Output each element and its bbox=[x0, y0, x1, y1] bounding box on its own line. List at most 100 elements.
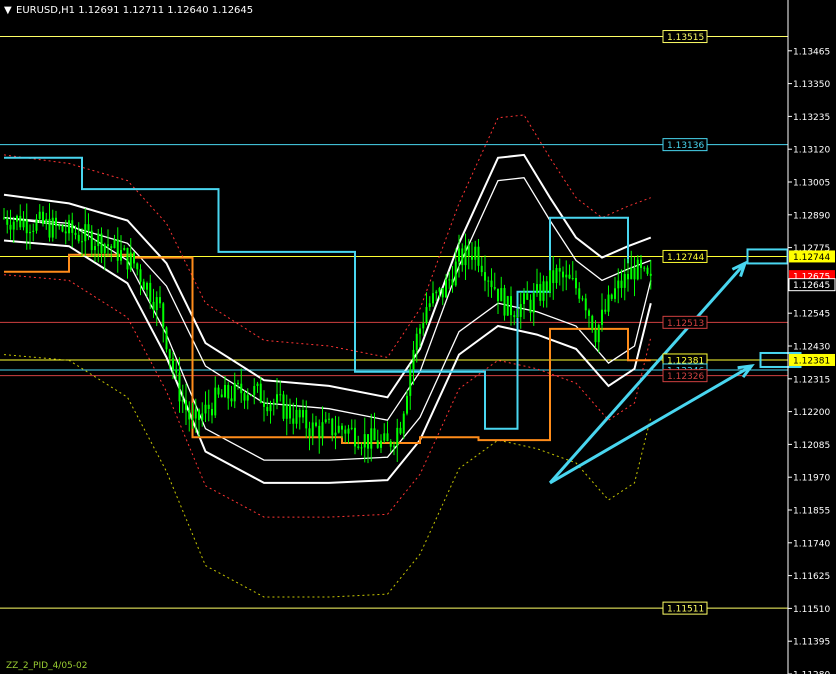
candle-body bbox=[415, 333, 418, 350]
candle-body bbox=[558, 268, 561, 272]
candle-body bbox=[77, 234, 80, 242]
candle-body bbox=[162, 303, 165, 328]
candle-body bbox=[461, 248, 464, 266]
candle-body bbox=[422, 323, 425, 329]
candle-body bbox=[331, 418, 334, 436]
candle-body bbox=[214, 387, 217, 416]
candle-body bbox=[549, 270, 551, 292]
candle-body bbox=[51, 217, 54, 238]
candle-body bbox=[510, 296, 512, 316]
candle-body bbox=[614, 288, 616, 299]
candle-body bbox=[633, 267, 636, 280]
candle-body bbox=[100, 233, 103, 254]
candle-body bbox=[295, 409, 298, 424]
candle-body bbox=[380, 440, 382, 448]
candle-body bbox=[237, 382, 239, 384]
axis-tick-label: 1.11855 bbox=[793, 507, 830, 517]
axis-tick-label: 1.13005 bbox=[793, 179, 830, 189]
axis-tick-label: 1.12890 bbox=[793, 211, 830, 221]
axis-tick-label: 1.11625 bbox=[793, 572, 830, 582]
level-label: 1.12326 bbox=[667, 372, 704, 382]
axis-tick-label: 1.13465 bbox=[793, 47, 830, 57]
candle-body bbox=[71, 220, 74, 233]
candle-body bbox=[38, 211, 41, 219]
candle-body bbox=[315, 422, 317, 426]
candle-body bbox=[129, 252, 132, 270]
axis-tick-label: 1.12545 bbox=[793, 310, 830, 320]
candle-body bbox=[139, 269, 142, 282]
footer-text: ZZ_2_PID_4/05-02 bbox=[6, 661, 87, 671]
candle-body bbox=[243, 393, 246, 401]
candle-body bbox=[175, 369, 178, 373]
candle-body bbox=[188, 409, 191, 420]
candle-body bbox=[149, 282, 152, 302]
candle-body bbox=[409, 369, 412, 396]
candle-body bbox=[493, 287, 496, 289]
candle-body bbox=[581, 298, 584, 300]
candle-body bbox=[519, 304, 522, 317]
candle-body bbox=[29, 231, 31, 234]
candle-body bbox=[191, 418, 194, 420]
axis-tick-label: 1.13120 bbox=[793, 146, 830, 156]
candle-body bbox=[308, 428, 311, 437]
symbol-text: EURUSD,H1 1.12691 1.12711 1.12640 1.1264… bbox=[16, 5, 253, 16]
candle-body bbox=[172, 358, 174, 370]
candle-body bbox=[220, 394, 223, 398]
axis-tick-label: 1.11395 bbox=[793, 638, 830, 648]
candle-body bbox=[471, 255, 473, 260]
candle-body bbox=[370, 428, 373, 449]
candle-body bbox=[646, 267, 649, 274]
candle-body bbox=[198, 409, 200, 421]
candle-body bbox=[341, 425, 343, 430]
candle-body bbox=[136, 263, 139, 270]
candle-body bbox=[432, 293, 434, 304]
chart-background bbox=[0, 0, 836, 674]
candle-body bbox=[373, 428, 376, 441]
candle-body bbox=[412, 349, 415, 370]
candle-body bbox=[396, 427, 399, 446]
candle-body bbox=[3, 217, 5, 219]
candle-body bbox=[133, 252, 135, 264]
candle-body bbox=[458, 248, 460, 262]
candle-body bbox=[402, 413, 405, 434]
candle-body bbox=[393, 445, 395, 447]
candle-body bbox=[292, 418, 295, 424]
price-chart[interactable]: 1.13465 1.13350 1.13235 1.13120 1.13005 1.128… bbox=[0, 0, 836, 674]
candle-body bbox=[155, 297, 158, 311]
candle-body bbox=[367, 434, 369, 449]
candle-body bbox=[64, 231, 67, 234]
candle-body bbox=[591, 315, 594, 331]
candle-body bbox=[120, 250, 122, 261]
candle-body bbox=[259, 383, 262, 403]
candle-body bbox=[178, 372, 181, 402]
triangle-down-icon[interactable]: ▼ bbox=[4, 5, 12, 16]
level-label: 1.12744 bbox=[667, 253, 704, 263]
candle-body bbox=[354, 427, 356, 447]
axis-tick-label: 1.13350 bbox=[793, 80, 830, 90]
candle-body bbox=[565, 274, 568, 278]
candle-body bbox=[487, 280, 490, 282]
candle-body bbox=[529, 299, 532, 313]
candle-body bbox=[428, 303, 431, 308]
candle-body bbox=[321, 422, 324, 438]
candle-body bbox=[298, 409, 301, 418]
candle-body bbox=[6, 217, 9, 225]
candle-body bbox=[45, 218, 48, 224]
candle-body bbox=[627, 273, 629, 280]
candle-body bbox=[42, 211, 44, 224]
candle-body bbox=[649, 273, 652, 276]
candle-body bbox=[545, 281, 548, 292]
axis-tick-label: 1.12200 bbox=[793, 408, 830, 418]
candle-body bbox=[142, 281, 145, 290]
chart-header: ▼ EURUSD,H1 1.12691 1.12711 1.12640 1.12… bbox=[4, 5, 253, 16]
level-label: 1.11511 bbox=[667, 605, 704, 615]
candle-body bbox=[526, 293, 529, 300]
candle-body bbox=[324, 419, 327, 423]
candle-body bbox=[438, 288, 441, 292]
candle-body bbox=[506, 296, 509, 316]
level-label: 1.13515 bbox=[667, 33, 704, 43]
candle-body bbox=[445, 279, 447, 298]
candle-body bbox=[305, 410, 308, 429]
candle-body bbox=[123, 247, 126, 251]
candle-body bbox=[623, 273, 626, 288]
